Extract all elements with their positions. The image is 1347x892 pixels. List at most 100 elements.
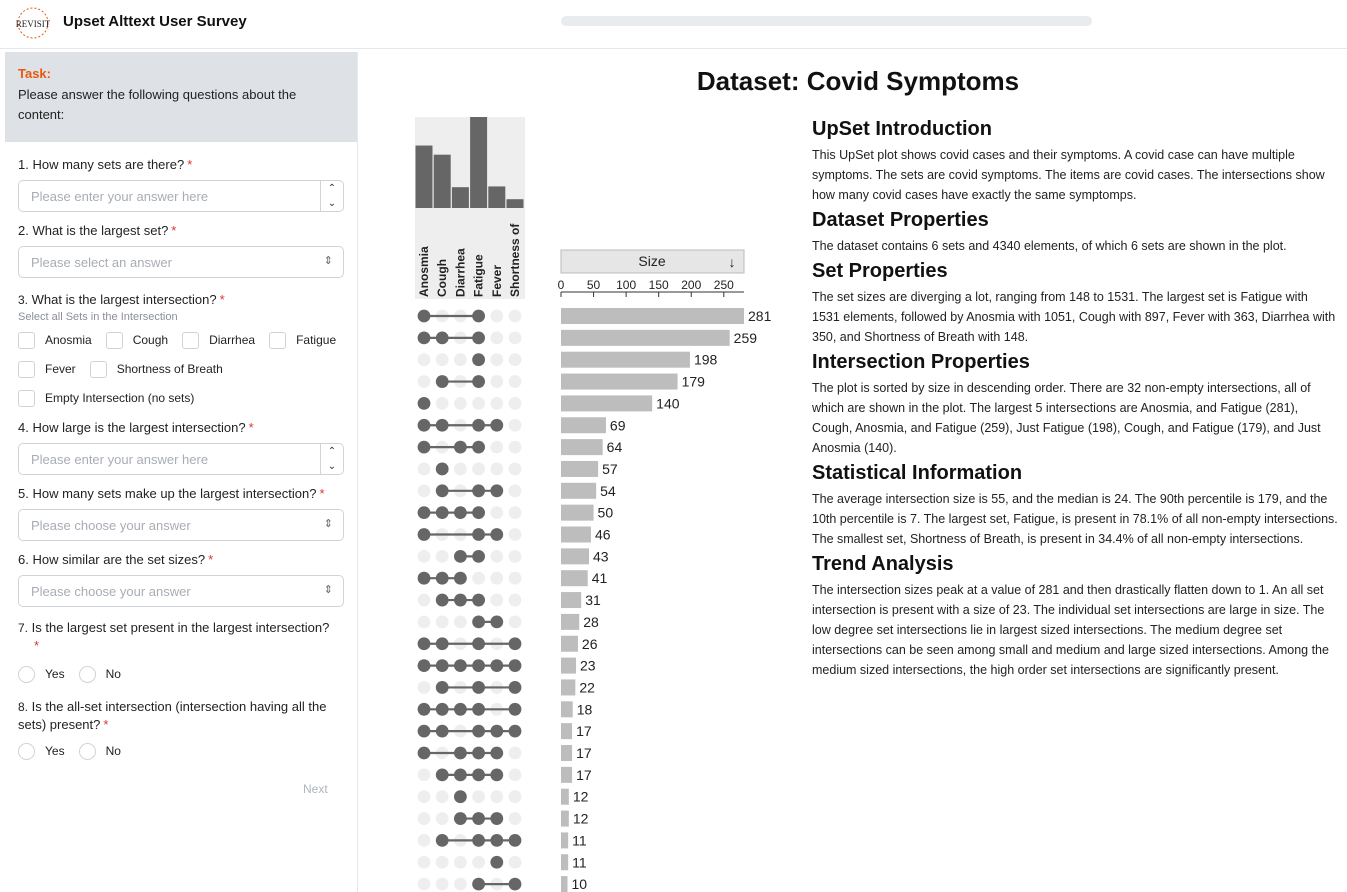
section-text: This UpSet plot shows covid cases and th… — [812, 148, 1325, 202]
membership-dot-empty — [417, 768, 431, 782]
radio-no[interactable] — [78, 742, 96, 760]
intersection-size-bar — [561, 810, 569, 827]
intersection-size-label: 57 — [602, 461, 618, 477]
q5-placeholder: Please choose your answer — [31, 518, 191, 533]
membership-dot-empty — [417, 353, 431, 367]
checkbox-fever[interactable] — [18, 360, 35, 378]
task-label: Task: — [18, 66, 51, 81]
membership-dot-empty — [435, 812, 449, 825]
membership-dot-empty — [417, 790, 431, 804]
q1-stepper[interactable]: ⌃ ⌄ — [320, 181, 343, 211]
question-4-title: 4. How large is the largest intersection… — [18, 420, 246, 435]
intersection-size-bar — [561, 766, 573, 783]
set-size-bar — [433, 154, 451, 208]
checkbox-label: Fever — [45, 362, 76, 376]
intersection-size-bar — [561, 439, 603, 456]
app-header: REVISIT Upset Alttext User Survey — [0, 0, 1347, 49]
next-button[interactable]: Next — [303, 782, 328, 796]
intersection-size-bar — [561, 548, 590, 565]
membership-dot-empty — [490, 506, 504, 520]
set-size-bar — [415, 145, 433, 208]
question-2-title: 2. What is the largest set? — [18, 223, 169, 238]
membership-dot-empty — [454, 855, 467, 869]
chevron-up-icon[interactable]: ⌃ — [321, 444, 343, 459]
intersection-size-label: 198 — [694, 352, 718, 368]
membership-dot-empty — [508, 462, 522, 476]
size-axis-tick-label: 50 — [587, 278, 601, 292]
checkbox-diarrhea[interactable] — [182, 331, 200, 349]
progress-bar — [561, 16, 1092, 26]
intersection-size-label: 43 — [593, 548, 609, 564]
membership-dot-empty — [435, 397, 449, 410]
intersection-size-bar — [561, 417, 606, 434]
checkbox-anosmia[interactable] — [18, 331, 35, 349]
q1-number-input[interactable]: Please enter your answer here ⌃ ⌄ — [18, 180, 344, 212]
question-7-number: 7. — [18, 621, 29, 635]
q5-select[interactable]: Please choose your answer ⇕ — [18, 509, 344, 541]
intersection-size-bar — [561, 395, 653, 412]
intersection-size-label: 23 — [580, 658, 596, 674]
question-sidebar: Task: Please answer the following questi… — [5, 52, 358, 892]
radio-label: No — [105, 744, 121, 758]
question-1-title: 1. How many sets are there? — [18, 157, 185, 172]
membership-dot-empty — [435, 615, 449, 629]
membership-dot-empty — [472, 855, 485, 869]
set-label: Cough — [435, 259, 449, 297]
size-axis-tick-label: 100 — [616, 278, 636, 292]
set-label: Shortness of — [508, 223, 522, 297]
intersection-size-label: 18 — [577, 701, 593, 717]
q4-number-input[interactable]: Please enter your answer here ⌃ ⌄ — [18, 443, 344, 475]
section-heading: Intersection Properties — [812, 351, 1030, 373]
radio-yes[interactable] — [18, 665, 35, 683]
membership-dot-filled — [454, 790, 467, 804]
membership-dot-filled — [490, 855, 504, 869]
intersection-size-bar — [561, 329, 730, 346]
membership-dot-empty — [490, 440, 504, 454]
required-mark: * — [34, 638, 40, 653]
intersection-size-label: 50 — [598, 505, 614, 521]
intersection-size-bar — [561, 745, 573, 761]
question-8: 8. Is the all-set intersection (intersec… — [18, 698, 344, 762]
membership-dot-empty — [490, 331, 504, 345]
intersection-size-label: 17 — [576, 745, 592, 761]
question-2: 2. What is the largest set? * Please sele… — [18, 222, 344, 278]
q2-select[interactable]: Please select an answer ⇕ — [18, 246, 344, 278]
select-arrows-icon: ⇕ — [323, 518, 333, 530]
select-arrows-icon: ⇕ — [323, 255, 333, 267]
size-axis-tick-label: 250 — [714, 278, 734, 292]
q6-select[interactable]: Please choose your answer ⇕ — [18, 575, 344, 607]
checkbox-cough[interactable] — [105, 331, 123, 349]
section-text: The average intersection size is 55, and… — [812, 492, 1338, 546]
arrow-down-icon: ↓ — [729, 254, 736, 270]
checkbox-label: Cough — [132, 333, 169, 347]
section-heading: Statistical Information — [812, 462, 1023, 484]
upset-plot: Anosmia Cough Diarrhea Fatigue Fever Shortnes… — [415, 117, 772, 892]
question-3-subtitle: Select all Sets in the Intersection — [18, 311, 178, 323]
q4-stepper[interactable]: ⌃ ⌄ — [320, 444, 343, 474]
checkbox-shortness-of-breath[interactable] — [89, 360, 107, 378]
membership-dot-empty — [417, 615, 431, 629]
intersection-size-bar — [561, 592, 582, 609]
intersection-size-label: 31 — [585, 592, 601, 608]
membership-dot-empty — [490, 375, 504, 388]
question-7: 7. Is the largest set present in the lar… — [18, 619, 344, 685]
chevron-down-icon[interactable]: ⌄ — [321, 196, 343, 211]
intersection-size-label: 69 — [610, 417, 626, 433]
required-mark: * — [219, 292, 225, 307]
radio-no[interactable] — [78, 665, 96, 683]
membership-dot-empty — [490, 462, 504, 476]
q7-radio-row: Yes No — [18, 663, 344, 685]
intersection-size-bar — [561, 854, 569, 871]
checkbox-fatigue[interactable] — [269, 331, 287, 349]
radio-yes[interactable] — [18, 742, 35, 760]
membership-dot-empty — [454, 462, 467, 476]
chevron-down-icon[interactable]: ⌄ — [321, 459, 343, 474]
section-text: The set sizes are diverging a lot, rangi… — [812, 290, 1336, 344]
checkbox-empty-intersection[interactable] — [18, 389, 35, 407]
set-label: Fatigue — [472, 254, 486, 297]
chevron-up-icon[interactable]: ⌃ — [321, 181, 343, 196]
dataset-title: Dataset: Covid Symptoms — [696, 66, 1020, 96]
question-3-number: 3. — [18, 293, 29, 307]
question-3-title: What is the largest intersection? — [31, 292, 217, 307]
membership-dot-empty — [417, 375, 431, 388]
